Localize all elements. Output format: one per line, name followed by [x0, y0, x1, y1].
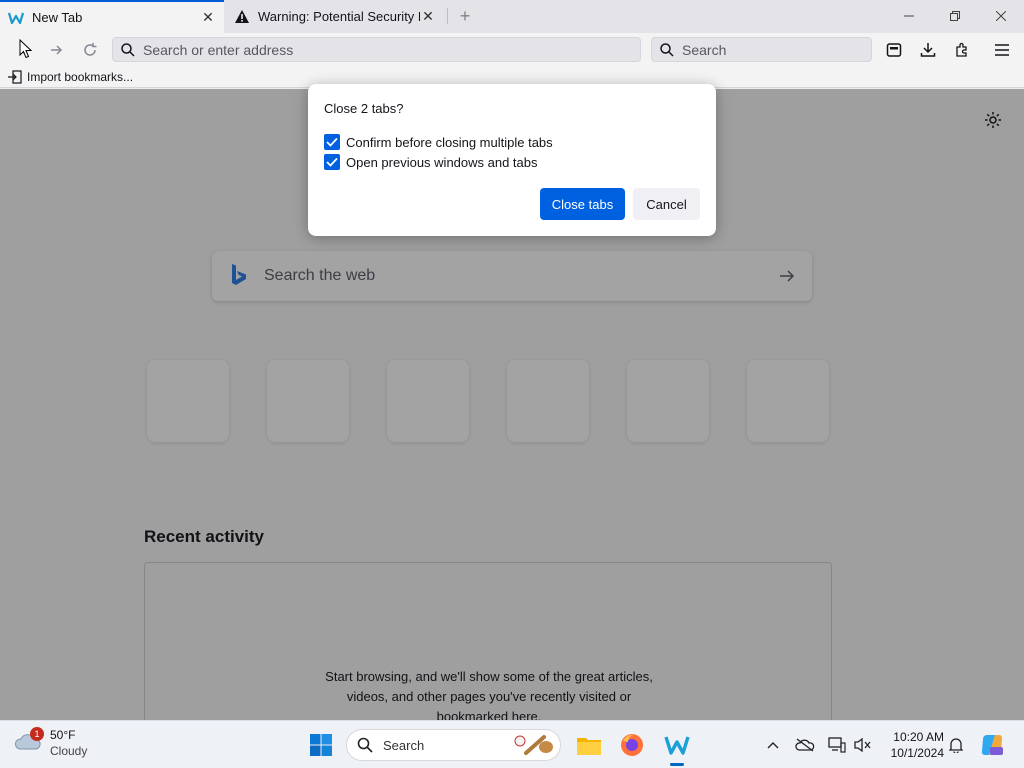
search-icon [121, 42, 137, 57]
import-bookmarks-link[interactable]: Import bookmarks... [27, 70, 133, 84]
windows-start-icon[interactable] [309, 733, 333, 757]
search-highlight-icon [510, 733, 554, 757]
search-icon [660, 42, 676, 57]
waterfox-taskbar-icon[interactable] [662, 730, 692, 760]
warning-icon [234, 9, 250, 25]
tab-new-tab[interactable]: New Tab ✕ [0, 0, 224, 33]
downloads-button[interactable] [914, 36, 942, 64]
address-bar[interactable]: Search or enter address [112, 37, 641, 62]
confirm-multiple-tabs-label: Confirm before closing multiple tabs [346, 134, 553, 150]
dialog-title: Close 2 tabs? [324, 101, 404, 116]
file-explorer-icon[interactable] [574, 730, 604, 760]
navigation-toolbar: Search or enter address Search [0, 33, 1024, 66]
tab-title: Warning: Potential Security Risk Ahead [258, 9, 420, 24]
open-previous-windows-checkbox[interactable] [324, 154, 340, 170]
system-clock[interactable]: 10:20 AM 10/1/2024 [884, 729, 944, 761]
search-bar[interactable]: Search [651, 37, 872, 62]
close-tabs-dialog: Close 2 tabs? Confirm before closing mul… [308, 84, 716, 236]
close-window-button[interactable] [978, 0, 1024, 32]
chevron-up-icon[interactable] [763, 735, 783, 755]
reload-button[interactable] [76, 36, 104, 64]
active-app-indicator [670, 763, 684, 766]
weather-alert-badge: 1 [30, 727, 44, 741]
waterfox-icon [8, 10, 24, 26]
notification-bell-icon[interactable] [946, 735, 966, 755]
forward-button[interactable] [42, 36, 70, 64]
tab-title: New Tab [32, 10, 83, 25]
extensions-button[interactable] [948, 36, 976, 64]
weather-temperature: 50°F [50, 728, 76, 742]
cancel-button[interactable]: Cancel [633, 188, 700, 220]
tab-strip: New Tab ✕ Warning: Potential Security Ri… [0, 0, 1024, 33]
network-icon[interactable] [827, 735, 847, 755]
onedrive-offline-icon[interactable] [795, 735, 815, 755]
mouse-cursor-icon [19, 39, 32, 59]
open-previous-windows-checkbox-row[interactable]: Open previous windows and tabs [324, 154, 538, 170]
weather-widget[interactable]: 1 50°F Cloudy [14, 727, 87, 759]
tab-separator [447, 8, 448, 24]
taskbar-search-label: Search [383, 737, 425, 753]
address-bar-placeholder: Search or enter address [143, 41, 294, 58]
reader-view-button[interactable] [880, 36, 908, 64]
close-icon[interactable]: ✕ [200, 9, 216, 26]
taskbar-search[interactable]: Search [346, 729, 561, 761]
close-icon[interactable]: ✕ [420, 8, 436, 25]
minimize-button[interactable] [886, 0, 932, 32]
restore-button[interactable] [932, 0, 978, 32]
import-icon [8, 69, 22, 84]
confirm-multiple-tabs-checkbox[interactable] [324, 134, 340, 150]
weather-condition: Cloudy [50, 744, 88, 758]
menu-icon[interactable] [988, 36, 1016, 64]
firefox-icon[interactable] [617, 730, 647, 760]
tab-security-warning[interactable]: Warning: Potential Security Risk Ahead ✕ [226, 0, 444, 33]
confirm-multiple-tabs-checkbox-row[interactable]: Confirm before closing multiple tabs [324, 134, 553, 150]
clock-time: 10:20 AM [893, 730, 944, 744]
open-previous-windows-label: Open previous windows and tabs [346, 154, 538, 170]
new-tab-button[interactable]: + [455, 6, 475, 26]
search-icon [357, 737, 375, 753]
windows-taskbar: 1 50°F Cloudy Search 10:20 AM 10/1/2024 [0, 720, 1024, 768]
clock-date: 10/1/2024 [890, 746, 944, 760]
search-bar-placeholder: Search [682, 41, 727, 58]
volume-muted-icon[interactable] [853, 735, 873, 755]
cloud-icon: 1 [14, 727, 44, 755]
close-tabs-button[interactable]: Close tabs [540, 188, 625, 220]
copilot-icon[interactable] [980, 733, 1004, 757]
